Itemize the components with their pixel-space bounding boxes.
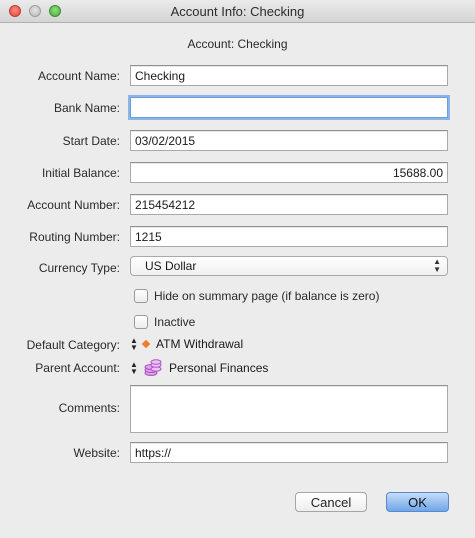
inactive-row[interactable]: Inactive bbox=[134, 315, 195, 329]
window-title: Account Info: Checking bbox=[170, 4, 305, 19]
currency-type-select[interactable]: US Dollar ▲ ▼ bbox=[130, 256, 448, 276]
account-number-label: Account Number: bbox=[27, 198, 120, 212]
account-name-field[interactable] bbox=[130, 65, 448, 86]
select-arrows-icon: ▲ ▼ bbox=[433, 257, 441, 274]
cancel-button[interactable]: Cancel bbox=[295, 492, 367, 512]
default-category-value: ATM Withdrawal bbox=[156, 337, 244, 351]
popup-arrows-icon: ▲ ▼ bbox=[130, 336, 138, 352]
start-date-label: Start Date: bbox=[62, 134, 120, 148]
comments-label: Comments: bbox=[58, 401, 120, 415]
bank-name-field[interactable] bbox=[130, 97, 448, 118]
account-info-window: Account Info: Checking Account: Checking… bbox=[0, 0, 475, 538]
initial-balance-field[interactable] bbox=[130, 162, 448, 183]
comments-field[interactable] bbox=[130, 385, 448, 433]
coin-stack-icon bbox=[143, 359, 163, 377]
default-category-label: Default Category: bbox=[26, 338, 120, 352]
bank-name-label: Bank Name: bbox=[53, 101, 120, 115]
routing-number-label: Routing Number: bbox=[29, 230, 120, 244]
ok-button[interactable]: OK bbox=[386, 492, 449, 512]
orange-diamond-icon bbox=[141, 339, 151, 349]
currency-type-value: US Dollar bbox=[145, 259, 197, 273]
account-heading: Account: Checking bbox=[187, 37, 288, 51]
currency-type-label: Currency Type: bbox=[38, 261, 120, 275]
start-date-field[interactable] bbox=[130, 130, 448, 151]
parent-account-value: Personal Finances bbox=[169, 361, 269, 375]
default-category-popup[interactable]: ▲ ▼ ATM Withdrawal bbox=[130, 336, 244, 352]
website-field[interactable] bbox=[130, 442, 448, 463]
title-bar: Account Info: Checking bbox=[0, 0, 475, 23]
parent-account-popup[interactable]: ▲ ▼ Personal Finances bbox=[130, 359, 268, 377]
hide-summary-row[interactable]: Hide on summary page (if balance is zero… bbox=[134, 289, 379, 303]
inactive-checkbox[interactable] bbox=[134, 315, 148, 329]
parent-account-label: Parent Account: bbox=[35, 361, 120, 375]
routing-number-field[interactable] bbox=[130, 226, 448, 247]
hide-summary-label: Hide on summary page (if balance is zero… bbox=[154, 289, 380, 303]
initial-balance-label: Initial Balance: bbox=[41, 166, 120, 180]
account-name-label: Account Name: bbox=[37, 69, 120, 83]
hide-summary-checkbox[interactable] bbox=[134, 289, 148, 303]
popup-arrows-icon: ▲ ▼ bbox=[130, 360, 138, 376]
inactive-label: Inactive bbox=[154, 315, 196, 329]
website-label: Website: bbox=[73, 446, 120, 460]
account-number-field[interactable] bbox=[130, 194, 448, 215]
